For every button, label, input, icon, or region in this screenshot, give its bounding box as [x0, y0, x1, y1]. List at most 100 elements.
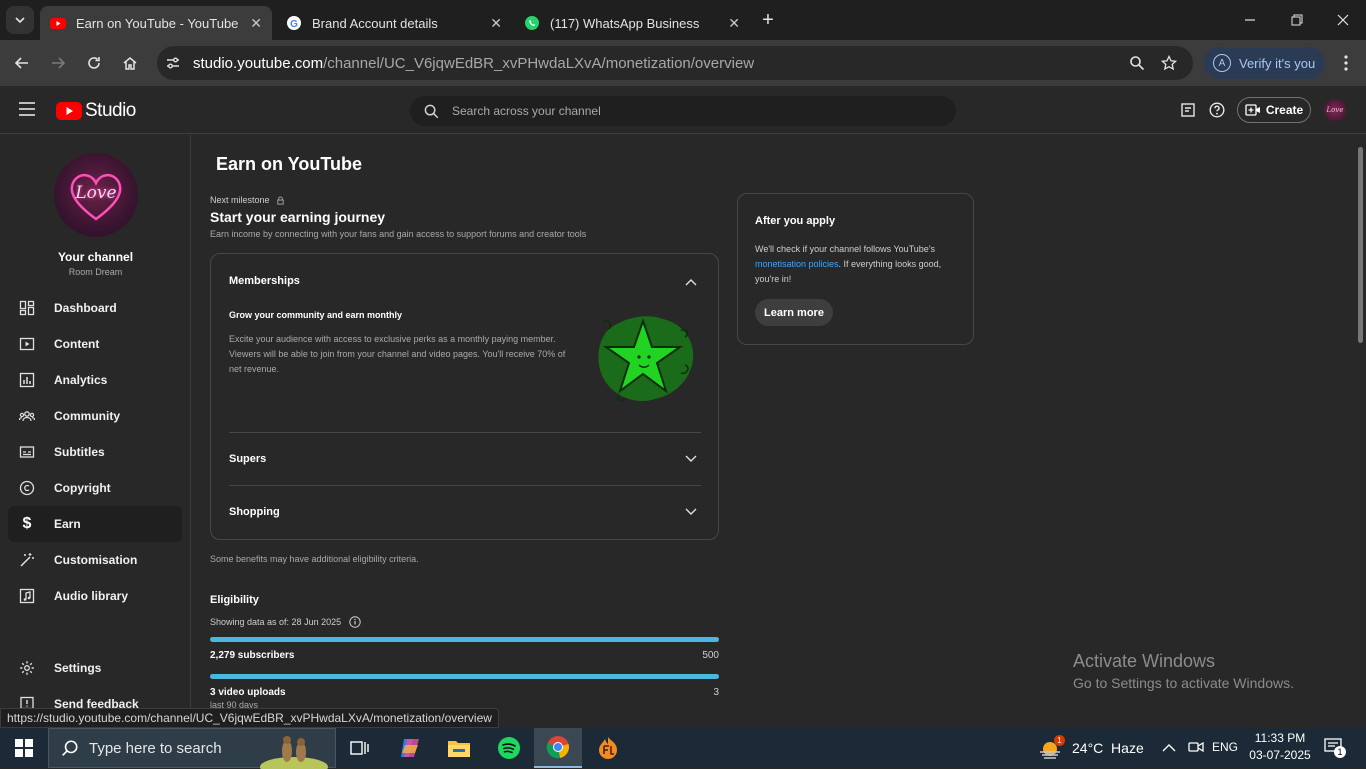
- close-window-button[interactable]: [1331, 10, 1355, 30]
- restore-button[interactable]: [1285, 10, 1309, 30]
- forward-button[interactable]: [46, 51, 70, 75]
- youtube-logo-icon: [56, 102, 82, 120]
- close-icon[interactable]: ✕: [250, 15, 262, 32]
- start-button[interactable]: [0, 728, 48, 768]
- search-icon: [424, 104, 439, 119]
- channel-search-input[interactable]: Search across your channel: [410, 96, 956, 126]
- notifications-button[interactable]: 1: [1324, 738, 1346, 761]
- minimize-icon: [1245, 19, 1255, 21]
- watermark-subtitle: Go to Settings to activate Windows.: [1073, 675, 1294, 691]
- info-icon[interactable]: [349, 616, 361, 628]
- help-button[interactable]: [1209, 102, 1225, 123]
- back-button[interactable]: [10, 51, 34, 75]
- browser-menu-button[interactable]: [1334, 51, 1358, 75]
- sidebar-item-community[interactable]: Community: [8, 398, 182, 434]
- close-icon[interactable]: ✕: [728, 15, 740, 32]
- create-button[interactable]: Create: [1237, 97, 1311, 123]
- minimize-button[interactable]: [1238, 10, 1262, 30]
- create-label: Create: [1265, 103, 1304, 117]
- verify-identity-button[interactable]: A Verify it's you: [1203, 47, 1325, 79]
- taskbar-search-placeholder: Type here to search: [89, 739, 222, 757]
- clock[interactable]: 11:33 PM 03-07-2025: [1246, 731, 1314, 762]
- weather-widget[interactable]: 1 24°C Haze: [1038, 728, 1146, 768]
- sidebar-item-customisation[interactable]: Customisation: [8, 542, 182, 578]
- page-title: Earn on YouTube: [216, 154, 363, 174]
- spotify-taskbar-button[interactable]: [485, 728, 533, 768]
- hamburger-menu-button[interactable]: [18, 102, 36, 116]
- meet-now-button[interactable]: [1188, 739, 1204, 760]
- learn-more-label: Learn more: [764, 306, 824, 319]
- language-indicator[interactable]: ENG: [1212, 740, 1238, 754]
- show-hidden-icons-button[interactable]: [1162, 740, 1176, 758]
- shopping-header[interactable]: Shopping: [211, 486, 718, 538]
- sidebar-item-label: Analytics: [54, 373, 108, 387]
- site-settings-icon[interactable]: [165, 55, 181, 71]
- sidebar-item-dashboard[interactable]: Dashboard: [8, 290, 182, 326]
- chrome-icon: [546, 736, 569, 759]
- learn-more-button[interactable]: Learn more: [755, 299, 833, 326]
- supers-header[interactable]: Supers: [211, 433, 718, 485]
- sidebar-item-audio-library[interactable]: Audio library: [8, 578, 182, 614]
- weather-text: 24°C Haze: [1072, 740, 1144, 756]
- more-vert-icon: [1344, 55, 1348, 71]
- search-placeholder: Search across your channel: [452, 104, 601, 118]
- dollar-icon: $: [22, 515, 32, 532]
- studio-logo[interactable]: Studio: [56, 100, 136, 122]
- feedback-header-button[interactable]: [1180, 102, 1196, 123]
- clock-time: 11:33 PM: [1254, 731, 1306, 745]
- sidebar-item-label: Subtitles: [54, 445, 105, 459]
- sidebar-item-label: Earn: [54, 517, 81, 531]
- chevron-down-icon: [685, 508, 697, 515]
- sidebar-item-label: Dashboard: [54, 301, 117, 315]
- browser-tab-studio[interactable]: Earn on YouTube - YouTube Stu ✕: [40, 6, 272, 40]
- home-button[interactable]: [118, 51, 142, 75]
- studio-header: Studio Search across your channel Create…: [0, 86, 1366, 134]
- sidebar-item-analytics[interactable]: Analytics: [8, 362, 182, 398]
- channel-avatar[interactable]: Love: [54, 153, 138, 237]
- chevron-down-icon: [685, 455, 697, 462]
- home-icon: [123, 57, 137, 70]
- fl-studio-taskbar-button[interactable]: [584, 728, 632, 768]
- sidebar-item-label: Community: [54, 409, 120, 423]
- studio-sidebar: Love Your channel Room Dream Dashboard C…: [0, 135, 191, 728]
- close-icon[interactable]: ✕: [490, 15, 502, 32]
- subscribers-target: 500: [702, 650, 719, 661]
- milestone-label: Next milestone: [210, 195, 270, 205]
- task-view-button[interactable]: [336, 728, 384, 768]
- memberships-header[interactable]: Memberships: [211, 254, 718, 306]
- verify-label: Verify it's you: [1239, 55, 1316, 71]
- copilot-icon: [401, 739, 419, 757]
- sidebar-item-earn[interactable]: $ Earn: [8, 506, 182, 542]
- tab-search-button[interactable]: [6, 6, 34, 34]
- feedback-icon: [1181, 103, 1195, 117]
- browser-tab-brand-account[interactable]: G Brand Account details ✕: [276, 6, 512, 40]
- chrome-taskbar-button[interactable]: [534, 728, 582, 768]
- weather-badge: 1: [1054, 735, 1065, 746]
- scrollbar-thumb[interactable]: [1358, 147, 1363, 343]
- content-icon: [18, 335, 36, 353]
- eligibility-date-row: Showing data as of: 28 Jun 2025: [210, 616, 361, 628]
- zoom-search-icon[interactable]: [1129, 55, 1145, 71]
- meerkats-search-highlight-icon: [260, 736, 328, 769]
- sidebar-item-content[interactable]: Content: [8, 326, 182, 362]
- copilot-taskbar-button[interactable]: [386, 728, 434, 768]
- sidebar-item-settings[interactable]: Settings: [8, 650, 182, 686]
- monetisation-policies-link[interactable]: monetisation policies: [755, 259, 839, 269]
- page-scrollbar[interactable]: [1356, 135, 1366, 728]
- windows-logo-icon: [15, 739, 33, 757]
- taskbar-search-box[interactable]: Type here to search: [48, 728, 336, 769]
- sidebar-item-copyright[interactable]: Copyright: [8, 470, 182, 506]
- account-avatar[interactable]: Love: [1324, 99, 1346, 121]
- bookmark-star-icon[interactable]: [1161, 55, 1177, 71]
- sidebar-item-subtitles[interactable]: Subtitles: [8, 434, 182, 470]
- new-tab-button[interactable]: +: [758, 8, 778, 32]
- address-bar[interactable]: studio.youtube.com/channel/UC_V6jqwEdBR_…: [157, 46, 1193, 80]
- browser-tab-whatsapp[interactable]: (117) WhatsApp Business ✕: [514, 6, 750, 40]
- file-explorer-taskbar-button[interactable]: [435, 728, 483, 768]
- url-host: studio.youtube.com: [193, 54, 324, 72]
- svg-text:G: G: [290, 19, 298, 30]
- tab-title: Earn on YouTube - YouTube Stu: [76, 15, 242, 31]
- studio-logo-text: Studio: [85, 100, 136, 121]
- memberships-subtitle: Grow your community and earn monthly: [229, 310, 403, 320]
- reload-button[interactable]: [82, 51, 106, 75]
